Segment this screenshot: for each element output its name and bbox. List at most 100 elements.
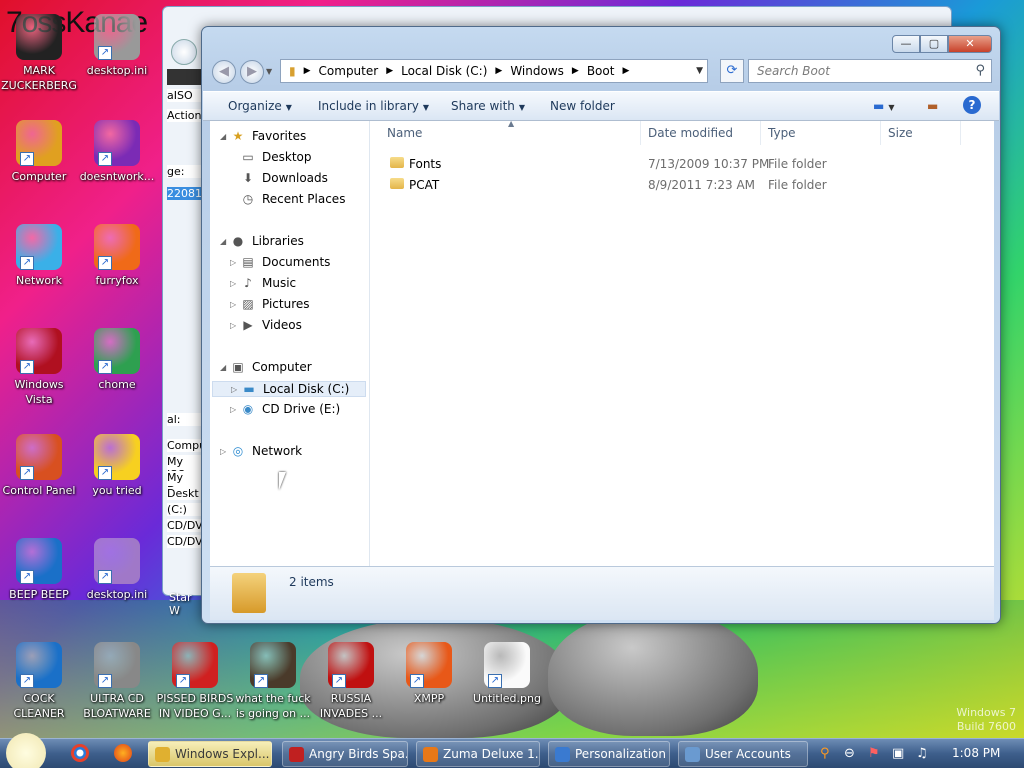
expand-arrow-icon[interactable]: ▷ [230,279,240,288]
desktop-icon[interactable]: ↗ RUSSIA INVADES ... [312,642,390,721]
tree-item-libraries[interactable]: ◢ ● Libraries [220,234,304,248]
tree-item-downloads[interactable]: ⬇ Downloads [230,171,328,185]
tree-item-computer[interactable]: ◢ ▣ Computer [220,360,312,374]
desktop-icon[interactable]: ↗ chome [78,328,156,392]
desktop-icon[interactable]: ↗ ULTRA CD BLOATWARE [78,642,156,721]
explorer-window[interactable]: — ▢ ✕ ◀ ▶ ▼ ▮ ▶ Computer ▶ Local Disk (C… [201,26,1001,624]
share-with-button[interactable]: Share with ▼ [451,99,525,113]
chrome-pinned-icon[interactable] [71,744,89,762]
breadcrumb-computer[interactable]: Computer [319,64,379,78]
tree-item-cd-drive-e[interactable]: ▷ ◉ CD Drive (E:) [230,402,340,416]
desktop-icon-image: ↗ [94,642,140,688]
organize-button[interactable]: Organize ▼ [228,99,292,113]
desktop-icon-image: ↗ [16,224,62,270]
tree-item-documents[interactable]: ▷ ▤ Documents [230,255,330,269]
help-button[interactable]: ? [963,96,981,114]
volume-icon[interactable]: ♫ [916,746,928,761]
desktop-icon[interactable]: ↗ Control Panel [0,434,78,498]
breadcrumb-local-disk[interactable]: Local Disk (C:) [401,64,487,78]
expand-arrow-icon[interactable]: ▷ [230,405,240,414]
sort-indicator-icon: ▲ [508,119,515,128]
navigation-pane[interactable]: ◢ ★ Favorites ▭ Desktop ⬇ Downloads ◷ Recent Pla… [210,121,370,566]
breadcrumb-separator[interactable]: ▶ [386,66,393,76]
tree-item-network[interactable]: ▷ ◎ Network [220,444,302,458]
search-tray-icon[interactable]: ⚲ [820,746,830,761]
tree-item-pictures[interactable]: ▷ ▨ Pictures [230,297,310,311]
expand-arrow-icon[interactable]: ◢ [220,363,230,372]
file-row[interactable]: Fonts 7/13/2009 10:37 PM File folder [382,154,982,174]
taskbar-button[interactable]: User Accounts [678,741,808,767]
expand-arrow-icon[interactable]: ▷ [230,321,240,330]
tree-item-favorites[interactable]: ◢ ★ Favorites [220,129,306,143]
desktop-icon[interactable]: ↗ PISSED BIRDS IN VIDEO G... [156,642,234,721]
firefox-pinned-icon[interactable] [114,744,132,762]
desktop-icon[interactable]: ↗ Network [0,224,78,288]
include-in-library-button[interactable]: Include in library ▼ [318,99,429,113]
desktop-icon[interactable]: ↗ you tried [78,434,156,498]
taskbar-button[interactable]: Windows Expl... [148,741,272,767]
desktop-icon[interactable]: ↗ XMPP [390,642,468,706]
column-header-date-modified[interactable]: Date modified [648,126,733,140]
back-button[interactable]: ◀ [212,60,236,84]
preview-pane-button[interactable]: ▬ [927,99,938,113]
change-view-button[interactable]: ▬ ▼ [873,99,895,113]
desktop-icon[interactable]: ↗ Untitled.png [468,642,546,706]
tree-item-desktop[interactable]: ▭ Desktop [230,150,311,164]
minimize-button[interactable]: — [892,35,920,53]
column-separator[interactable] [640,121,641,145]
column-header-name[interactable]: Name [387,126,422,140]
breadcrumb-separator[interactable]: ▶ [572,66,579,76]
taskbar-button[interactable]: Personalization [548,741,670,767]
tree-item-recent-places[interactable]: ◷ Recent Places [230,192,346,206]
clock[interactable]: 1:08 PM [952,746,1000,760]
tree-item-local-disk-c[interactable]: ▷ ▬ Local Disk (C:) [212,381,366,397]
desktop-icon[interactable]: ↗ doesntwork... [78,120,156,184]
expand-arrow-icon[interactable]: ▷ [220,447,230,456]
minus-tray-icon[interactable]: ⊖ [844,746,855,761]
expand-arrow-icon[interactable]: ◢ [220,132,230,141]
desktop-icon[interactable]: ↗ desktop.ini [78,14,156,78]
column-separator[interactable] [960,121,961,145]
expand-arrow-icon[interactable]: ▷ [231,385,241,394]
search-icon[interactable]: ⚲ [975,63,985,78]
expand-arrow-icon[interactable]: ▷ [230,300,240,309]
breadcrumb-windows[interactable]: Windows [510,64,564,78]
file-row[interactable]: PCAT 8/9/2011 7:23 AM File folder [382,175,982,195]
action-center-icon[interactable]: ⚑ [868,746,880,761]
desktop-icon[interactable]: ↗ Windows Vista [0,328,78,407]
desktop-icon-label: Network [16,274,62,287]
forward-button[interactable]: ▶ [240,60,264,84]
start-button[interactable] [6,733,46,768]
desktop-icon[interactable]: ↗ Computer [0,120,78,184]
breadcrumb-boot[interactable]: Boot [587,64,615,78]
tree-item-music[interactable]: ▷ ♪ Music [230,276,296,290]
close-button[interactable]: ✕ [948,35,992,53]
desktop-icon[interactable]: ↗ desktop.ini [78,538,156,602]
expand-arrow-icon[interactable]: ▷ [230,258,240,267]
column-separator[interactable] [880,121,881,145]
refresh-button[interactable]: ⟳ [720,59,744,83]
column-header-type[interactable]: Type [768,126,796,140]
breadcrumb-separator[interactable]: ▶ [622,66,629,76]
breadcrumb-separator[interactable]: ▶ [304,66,311,76]
address-dropdown-icon[interactable]: ▼ [696,66,703,76]
taskbar-button[interactable]: Angry Birds Spa... [282,741,408,767]
network-tray-icon[interactable]: ▣ [892,746,904,761]
recent-pages-dropdown[interactable]: ▼ [266,67,272,76]
search-input[interactable]: Search Boot ⚲ [748,59,992,83]
desktop-icon[interactable]: ↗ BEEP BEEP [0,538,78,602]
desktop-icon[interactable]: ↗ COCK CLEANER [0,642,78,721]
address-bar[interactable]: ▮ ▶ Computer ▶ Local Disk (C:) ▶ Windows… [280,59,708,83]
column-separator[interactable] [760,121,761,145]
desktop-icon[interactable]: ↗ what the fuck is going on ... [234,642,312,721]
breadcrumb-separator[interactable]: ▶ [495,66,502,76]
taskbar-button[interactable]: Zuma Deluxe 1.0 [416,741,540,767]
file-list[interactable]: ▲ Name Date modified Type Size Fonts 7/13… [370,119,994,566]
desktop-icon[interactable]: MARK ZUCKERBERG [0,14,78,93]
tree-item-videos[interactable]: ▷ ▶ Videos [230,318,302,332]
maximize-button[interactable]: ▢ [920,35,948,53]
new-folder-button[interactable]: New folder [550,99,615,113]
column-header-size[interactable]: Size [888,126,913,140]
desktop-icon[interactable]: ↗ furryfox [78,224,156,288]
expand-arrow-icon[interactable]: ◢ [220,237,230,246]
